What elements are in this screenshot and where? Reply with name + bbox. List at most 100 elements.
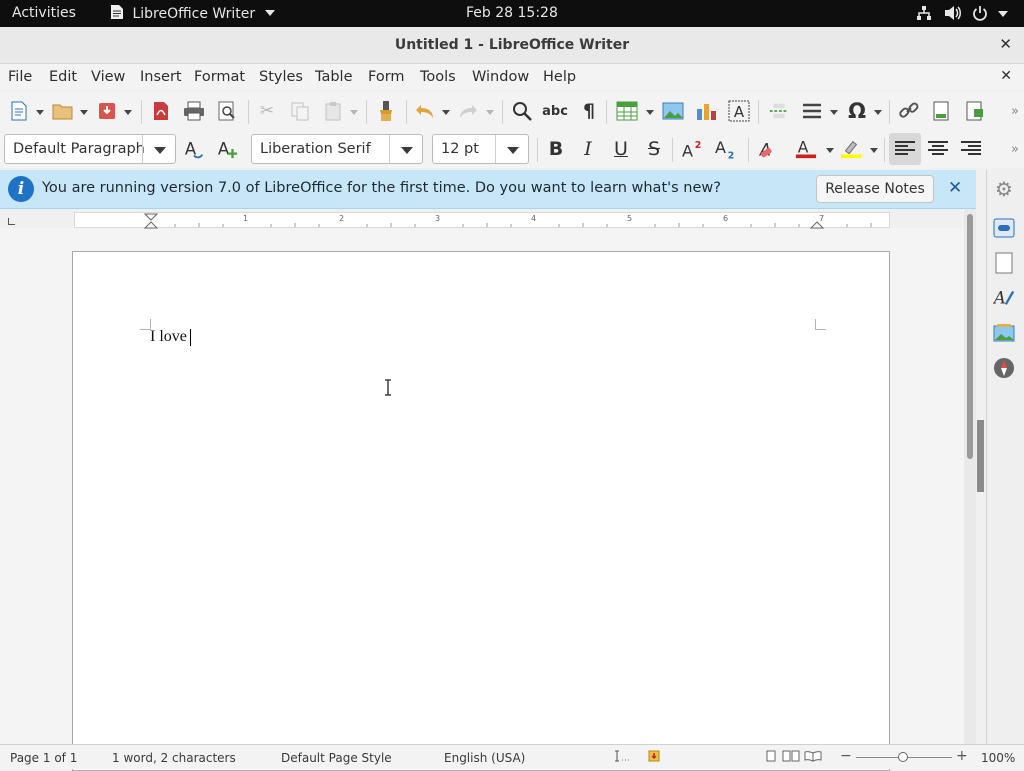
release-notes-button[interactable]: Release Notes xyxy=(816,175,934,203)
font-size-dropdown-button[interactable] xyxy=(495,135,528,163)
clock[interactable]: Feb 28 15:28 xyxy=(466,5,558,21)
align-left-button[interactable] xyxy=(889,133,921,165)
menu-table[interactable]: Table xyxy=(315,69,353,85)
volume-icon[interactable] xyxy=(944,5,962,25)
open-dropdown-arrow[interactable] xyxy=(80,110,88,115)
tab-stop-type-selector[interactable] xyxy=(8,218,15,225)
menu-view[interactable]: View xyxy=(91,69,125,85)
network-icon[interactable] xyxy=(916,5,932,25)
toolbar-overflow-icon[interactable]: » xyxy=(1004,138,1024,160)
update-style-icon[interactable]: A xyxy=(183,138,205,160)
special-character-icon[interactable]: Ω xyxy=(846,99,868,123)
window-close-button[interactable]: ✕ xyxy=(999,35,1012,53)
superscript-icon[interactable]: A2 xyxy=(682,138,704,160)
infobar-close-icon[interactable]: ✕ xyxy=(948,178,962,198)
font-size-combo[interactable]: 12 pt xyxy=(432,134,529,164)
highlight-color-dropdown-arrow[interactable] xyxy=(870,148,878,153)
vertical-scrollbar-thumb[interactable] xyxy=(967,214,973,459)
align-center-icon[interactable] xyxy=(927,138,949,160)
insert-chart-icon[interactable] xyxy=(695,100,717,122)
font-color-icon[interactable]: A xyxy=(795,138,817,160)
menu-form[interactable]: Form xyxy=(368,69,405,85)
menu-file[interactable]: File xyxy=(8,69,32,85)
menu-tools[interactable]: Tools xyxy=(420,69,456,85)
field-dropdown-arrow[interactable] xyxy=(830,110,838,115)
menu-styles[interactable]: Styles xyxy=(259,69,303,85)
paragraph-style-combo[interactable]: Default Paragraph xyxy=(4,134,176,164)
page-style[interactable]: Default Page Style xyxy=(281,751,392,765)
horizontal-ruler[interactable]: 1 2 3 4 5 6 7 xyxy=(74,212,890,229)
font-name-dropdown-button[interactable] xyxy=(389,135,422,163)
book-view-icon[interactable] xyxy=(804,750,822,765)
export-pdf-icon[interactable] xyxy=(150,100,172,122)
menu-help[interactable]: Help xyxy=(543,69,576,85)
new-document-icon[interactable] xyxy=(8,100,30,122)
zoom-slider-thumb[interactable] xyxy=(898,752,908,762)
sidebar-collapse-handle[interactable] xyxy=(977,420,984,492)
redo-dropdown-arrow[interactable] xyxy=(486,110,494,115)
insert-page-break-icon[interactable] xyxy=(768,100,790,122)
sidebar-gallery-icon[interactable] xyxy=(993,322,1015,344)
highlight-color-icon[interactable] xyxy=(840,138,862,160)
paragraph-style-dropdown-button[interactable] xyxy=(142,135,175,163)
special-character-dropdown-arrow[interactable] xyxy=(874,110,882,115)
menu-edit[interactable]: Edit xyxy=(49,69,77,85)
comment-icon[interactable] xyxy=(964,100,986,122)
save-dropdown-arrow[interactable] xyxy=(124,110,132,115)
clear-formatting-icon[interactable]: A xyxy=(757,138,779,160)
find-replace-icon[interactable] xyxy=(511,100,533,122)
menu-window[interactable]: Window xyxy=(472,69,529,85)
subscript-icon[interactable]: A2 xyxy=(715,138,737,161)
print-preview-icon[interactable] xyxy=(216,100,238,122)
footnote-icon[interactable] xyxy=(931,100,953,122)
paste-dropdown-arrow[interactable] xyxy=(350,110,358,115)
system-menu-chevron-icon[interactable] xyxy=(998,11,1008,17)
paste-icon[interactable] xyxy=(322,100,344,122)
formatting-marks-icon[interactable]: ¶ xyxy=(578,100,600,122)
menu-format[interactable]: Format xyxy=(194,69,245,85)
insert-image-icon[interactable] xyxy=(662,100,684,122)
app-menu[interactable]: LibreOffice Writer xyxy=(110,4,275,22)
font-color-dropdown-arrow[interactable] xyxy=(826,148,834,153)
single-page-view-icon[interactable] xyxy=(766,750,776,765)
document-modified-icon[interactable] xyxy=(648,750,660,765)
bold-icon[interactable]: B xyxy=(545,138,567,160)
undo-dropdown-arrow[interactable] xyxy=(442,110,450,115)
insert-textbox-icon[interactable]: A xyxy=(728,100,750,122)
save-icon[interactable] xyxy=(96,100,118,122)
multi-page-view-icon[interactable] xyxy=(782,750,800,765)
sidebar-properties-icon[interactable] xyxy=(993,217,1015,239)
document-text[interactable]: I love xyxy=(150,328,191,346)
hyperlink-icon[interactable] xyxy=(898,100,920,122)
cut-icon[interactable]: ✂ xyxy=(256,100,278,122)
open-folder-icon[interactable] xyxy=(52,100,74,122)
clone-formatting-icon[interactable] xyxy=(375,100,397,122)
new-style-icon[interactable]: A xyxy=(216,138,238,160)
insert-table-icon[interactable] xyxy=(616,100,638,122)
text-language[interactable]: English (USA) xyxy=(444,751,525,765)
align-right-icon[interactable] xyxy=(960,138,982,160)
insert-field-icon[interactable] xyxy=(801,100,823,122)
insert-mode-icon[interactable] xyxy=(614,750,630,765)
toolbar-overflow-icon[interactable]: » xyxy=(1004,100,1024,122)
close-document-button[interactable]: ✕ xyxy=(1000,68,1012,84)
italic-icon[interactable]: I xyxy=(577,138,599,160)
word-count[interactable]: 1 word, 2 characters xyxy=(112,751,236,765)
power-icon[interactable] xyxy=(972,5,988,25)
font-name-combo[interactable]: Liberation Serif xyxy=(251,134,423,164)
document-page[interactable] xyxy=(72,251,890,771)
zoom-out-icon[interactable]: − xyxy=(840,748,852,764)
zoom-level[interactable]: 100% xyxy=(981,751,1015,765)
new-dropdown-arrow[interactable] xyxy=(36,110,44,115)
print-icon[interactable] xyxy=(183,100,205,122)
strikethrough-icon[interactable]: S xyxy=(643,138,665,160)
sidebar-navigator-icon[interactable] xyxy=(993,357,1015,379)
sidebar-styles-icon[interactable]: A xyxy=(993,286,1015,308)
redo-icon[interactable] xyxy=(457,100,479,122)
page-count[interactable]: Page 1 of 1 xyxy=(10,751,77,765)
sidebar-page-icon[interactable] xyxy=(993,252,1015,274)
zoom-in-icon[interactable]: + xyxy=(956,748,968,764)
copy-icon[interactable] xyxy=(289,100,311,122)
underline-icon[interactable]: U xyxy=(610,138,632,160)
spelling-icon[interactable]: abc xyxy=(542,100,568,122)
